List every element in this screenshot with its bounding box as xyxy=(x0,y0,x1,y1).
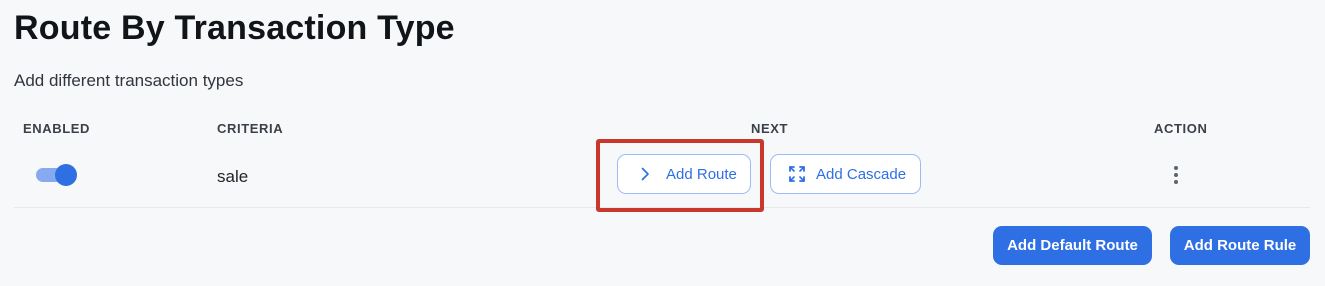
add-cascade-button[interactable]: Add Cascade xyxy=(770,154,921,194)
add-route-button[interactable]: Add Route xyxy=(617,154,751,194)
add-route-rule-button[interactable]: Add Route Rule xyxy=(1170,226,1310,265)
add-route-label: Add Route xyxy=(666,165,737,183)
page-subtitle: Add different transaction types xyxy=(14,71,244,90)
column-header-enabled: ENABLED xyxy=(23,121,91,136)
criteria-value: sale xyxy=(217,167,249,186)
column-header-next: NEXT xyxy=(751,121,789,136)
chevron-right-icon xyxy=(636,165,654,183)
column-header-criteria: CRITERIA xyxy=(217,121,284,136)
add-cascade-label: Add Cascade xyxy=(816,165,907,183)
add-default-route-button[interactable]: Add Default Route xyxy=(993,226,1152,265)
column-header-action: ACTION xyxy=(1154,121,1208,136)
route-by-transaction-type-page: Route By Transaction Type Add different … xyxy=(0,0,1325,286)
more-vertical-icon[interactable] xyxy=(1166,163,1186,187)
expand-icon xyxy=(788,165,806,183)
table-row: sale Add Route Add Cascade xyxy=(14,145,1310,208)
enabled-toggle[interactable] xyxy=(36,164,77,186)
toggle-knob xyxy=(55,164,77,186)
page-title: Route By Transaction Type xyxy=(14,9,455,47)
